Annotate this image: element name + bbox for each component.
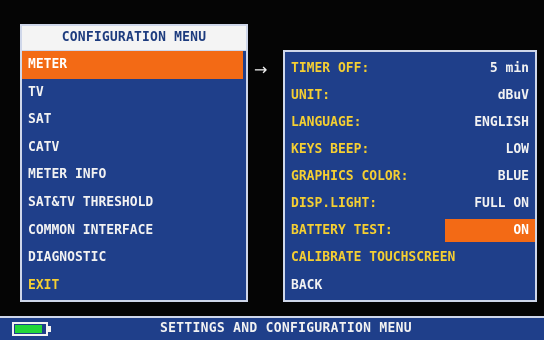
back-button[interactable]: BACK [285, 272, 535, 300]
setting-label: GRAPHICS COLOR: [291, 169, 409, 184]
setting-value: dBuV [497, 88, 529, 103]
setting-label: KEYS BEEP: [291, 142, 370, 157]
setting-label: DISP.LIGHT: [291, 196, 378, 211]
menu-item-sat[interactable]: SAT [22, 106, 246, 134]
setting-row-language[interactable]: LANGUAGE: ENGLISH [285, 109, 535, 136]
menu-item-meter-info[interactable]: METER INFO [22, 161, 246, 189]
battery-icon [12, 322, 48, 336]
device-screen: CONFIGURATION MENU METER TV SAT CATV MET… [0, 0, 544, 340]
status-bar: SETTINGS AND CONFIGURATION MENU [0, 316, 544, 340]
meter-settings-panel: TIMER OFF: 5 min UNIT: dBuV LANGUAGE: EN… [283, 50, 537, 302]
setting-row-battery-test[interactable]: BATTERY TEST: ON [285, 217, 535, 244]
setting-label: BATTERY TEST: [291, 223, 393, 238]
setting-value: 5 min [489, 61, 529, 76]
configuration-menu-title: CONFIGURATION MENU [22, 26, 246, 51]
configuration-menu-panel: CONFIGURATION MENU METER TV SAT CATV MET… [20, 24, 248, 302]
setting-row-graphics-color[interactable]: GRAPHICS COLOR: BLUE [285, 163, 535, 190]
setting-label: LANGUAGE: [291, 115, 362, 130]
setting-row-keys-beep[interactable]: KEYS BEEP: LOW [285, 136, 535, 163]
status-bar-title: SETTINGS AND CONFIGURATION MENU [160, 321, 412, 336]
setting-row-disp-light[interactable]: DISP.LIGHT: FULL ON [285, 190, 535, 217]
setting-value: FULL ON [474, 196, 529, 211]
menu-item-catv[interactable]: CATV [22, 134, 246, 162]
calibrate-touchscreen-button[interactable]: CALIBRATE TOUCHSCREEN [285, 244, 535, 272]
setting-value: ENGLISH [474, 115, 529, 130]
menu-item-common-interface[interactable]: COMMON INTERFACE [22, 217, 246, 245]
setting-row-timer-off[interactable]: TIMER OFF: 5 min [285, 55, 535, 82]
menu-item-diagnostic[interactable]: DIAGNOSTIC [22, 244, 246, 272]
setting-row-unit[interactable]: UNIT: dBuV [285, 82, 535, 109]
setting-label: TIMER OFF: [291, 61, 370, 76]
menu-item-tv[interactable]: TV [22, 79, 246, 107]
menu-item-exit[interactable]: EXIT [22, 272, 246, 300]
setting-value-selected[interactable]: ON [445, 219, 535, 242]
menu-item-meter[interactable]: METER [22, 51, 243, 79]
setting-label: UNIT: [291, 88, 331, 103]
submenu-arrow-icon: → [254, 60, 268, 79]
battery-tip-icon [48, 326, 51, 332]
battery-level-fill [15, 325, 42, 333]
setting-value: BLUE [497, 169, 529, 184]
setting-value: LOW [505, 142, 529, 157]
menu-item-sat-tv-threshold[interactable]: SAT&TV THRESHOLD [22, 189, 246, 217]
